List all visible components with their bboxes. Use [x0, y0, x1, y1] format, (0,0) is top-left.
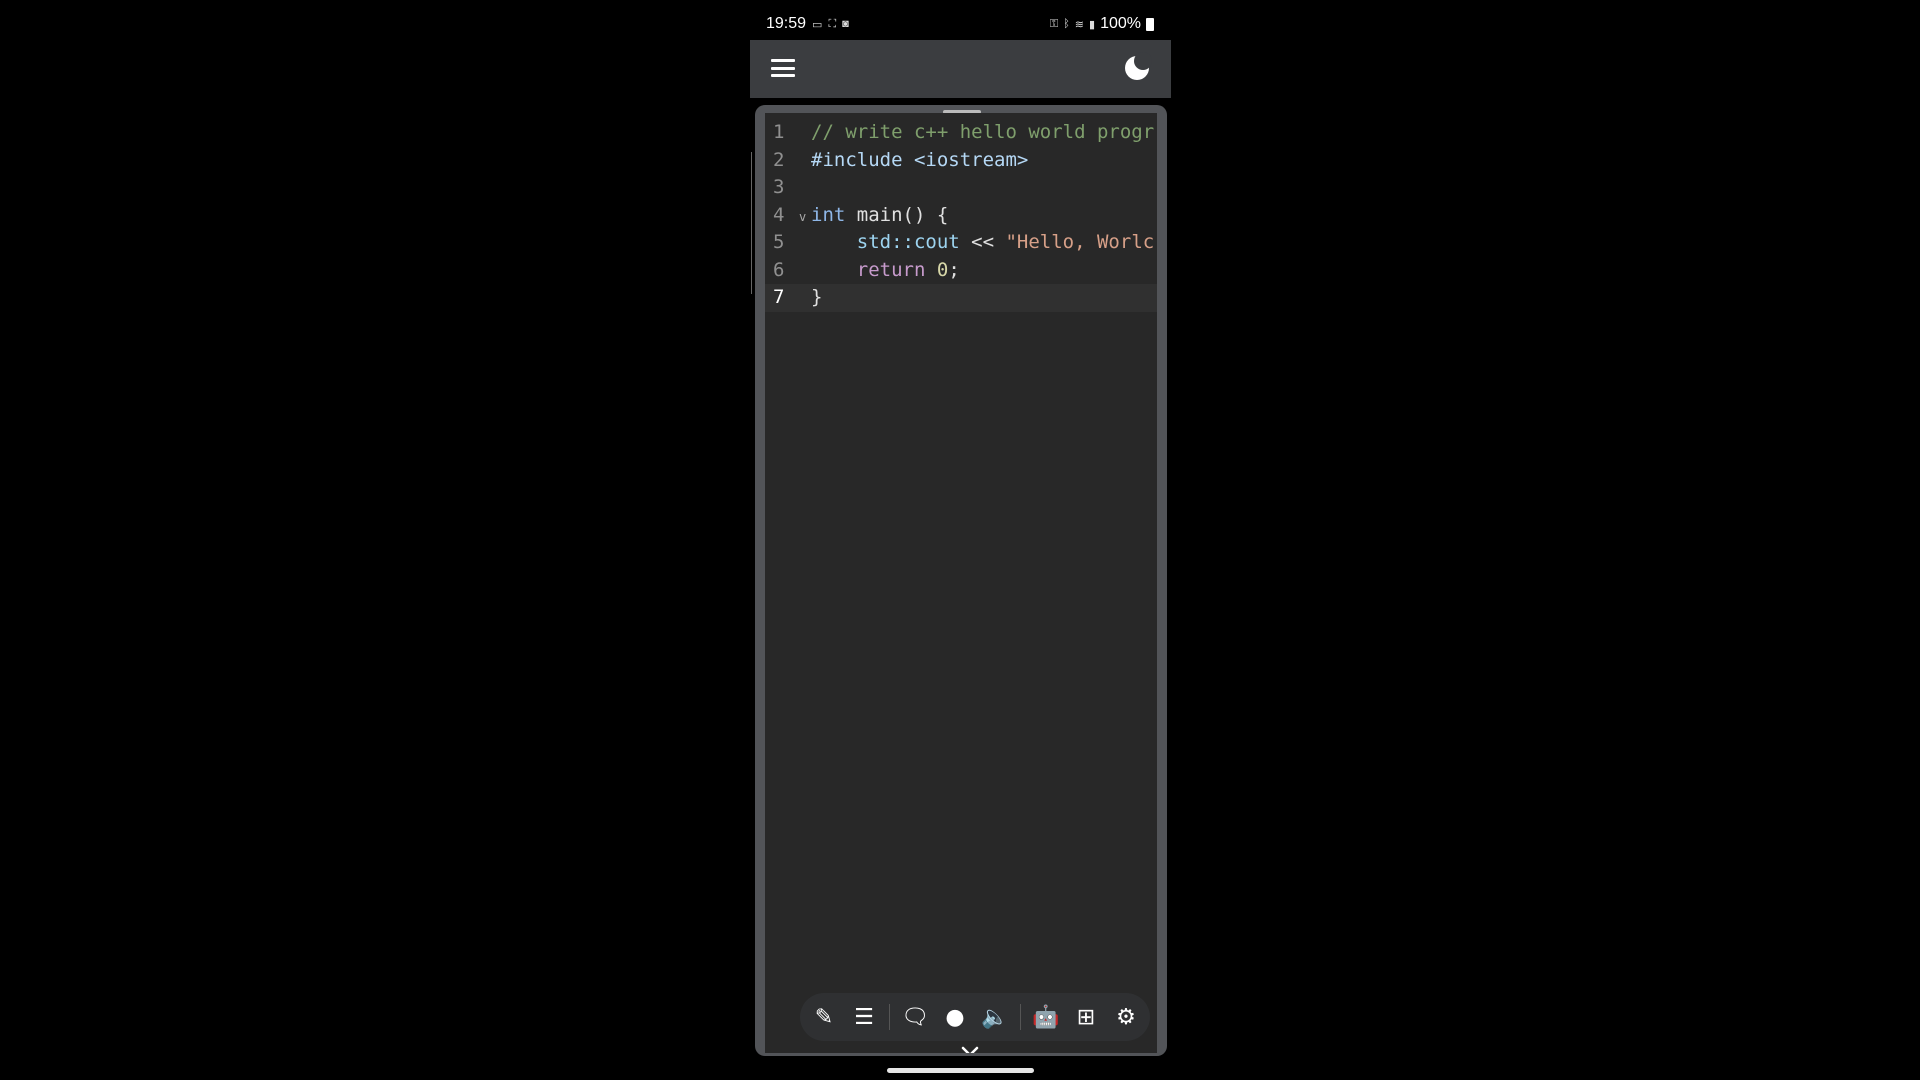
hamburger-menu-icon[interactable] — [771, 59, 795, 77]
code-token: return — [856, 258, 926, 281]
bottom-toolbar: ✎ ☰ 🗨 ● 🔈 🤖 ⊞ ⚙ — [800, 993, 1150, 1041]
code-token: ; — [948, 258, 960, 281]
grid-add-icon[interactable]: ⊞ — [1071, 1002, 1101, 1032]
line-number: 7 — [773, 286, 785, 308]
gear-icon[interactable]: ⚙ — [1111, 1002, 1141, 1032]
code-token: "Hello, Worlc — [1005, 231, 1155, 253]
toolbar-separator — [1020, 1004, 1021, 1030]
screenshot-icon: ⛶ — [828, 17, 837, 30]
line-content: std::cout << "Hello, Worlc — [811, 229, 1154, 257]
code-editor[interactable]: 1 // write c++ hello world progr 2 #include… — [765, 113, 1157, 1053]
code-line[interactable]: 6 return 0; — [765, 257, 1157, 285]
line-content: return 0; — [811, 257, 960, 285]
code-token: 0 — [936, 258, 949, 281]
line-number: 5 — [773, 231, 785, 253]
home-indicator[interactable] — [887, 1068, 1034, 1073]
code-token: <iostream> — [913, 148, 1029, 171]
fold-chevron-icon[interactable]: v — [799, 204, 811, 232]
line-number: 2 — [773, 148, 785, 171]
wifi-icon: ≋ — [1074, 18, 1085, 31]
code-line[interactable]: 7} — [765, 284, 1157, 312]
line-number: 4 — [773, 203, 785, 226]
line-content: // write c++ hello world progr — [811, 119, 1154, 147]
text-lines-icon[interactable]: ☰ — [849, 1002, 879, 1032]
line-number: 1 — [773, 121, 785, 143]
battery-percent: 100% — [1100, 15, 1141, 32]
code-line[interactable]: 3 — [765, 174, 1157, 202]
vpn-key-icon: ⚿ — [1049, 17, 1059, 30]
microphone-icon[interactable]: ● — [940, 1002, 970, 1032]
battery-icon — [1146, 17, 1154, 31]
line-content: #include <iostream> — [811, 147, 1028, 175]
speaker-icon[interactable]: 🔈 — [980, 1002, 1010, 1032]
moon-icon[interactable] — [1125, 52, 1152, 80]
side-bracket — [751, 152, 755, 294]
edit-pencil-icon[interactable]: ✎ — [809, 1002, 839, 1032]
status-time: 19:59 — [766, 15, 807, 32]
line-content: int main() { — [811, 202, 948, 230]
robot-icon[interactable]: 🤖 — [1031, 1002, 1061, 1032]
app-bar — [750, 40, 1171, 98]
line-number: 6 — [773, 258, 785, 281]
code-token: main() { — [845, 203, 949, 226]
signal-icon: ▮ — [1089, 18, 1096, 31]
code-line[interactable]: 2 #include <iostream> — [765, 147, 1157, 175]
editor-frame: 1 // write c++ hello world progr 2 #include… — [755, 105, 1167, 1056]
toolbar-separator — [889, 1004, 890, 1030]
bluetooth-icon: ᛒ — [1063, 18, 1070, 30]
code-line[interactable]: 1 // write c++ hello world progr — [765, 119, 1157, 147]
code-line[interactable]: 4 v int main() { — [765, 202, 1157, 230]
screen-record-icon: ◙ — [842, 18, 849, 30]
chat-bubbles-icon[interactable]: 🗨 — [900, 1002, 930, 1032]
chevron-down-icon[interactable] — [958, 1044, 982, 1053]
phone-screen: 19:59 ▭ ⛶ ◙ ⚿ ᛒ ≋ ▮ 100% 1 // write c++ h… — [750, 0, 1171, 1080]
code-lines[interactable]: 1 // write c++ hello world progr 2 #include… — [765, 119, 1157, 312]
line-content: } — [811, 284, 822, 312]
code-token: // write c++ hello world progr — [811, 121, 1155, 143]
code-token: #include — [811, 148, 914, 171]
keyboard-icon: ▭ — [812, 18, 823, 31]
line-number: 3 — [773, 176, 785, 198]
code-line[interactable]: 5 std::cout << "Hello, Worlc — [765, 229, 1157, 257]
code-token: std::cout — [856, 231, 960, 253]
code-token: << — [959, 231, 1006, 253]
code-token: } — [811, 286, 823, 308]
code-token: int — [811, 203, 846, 226]
